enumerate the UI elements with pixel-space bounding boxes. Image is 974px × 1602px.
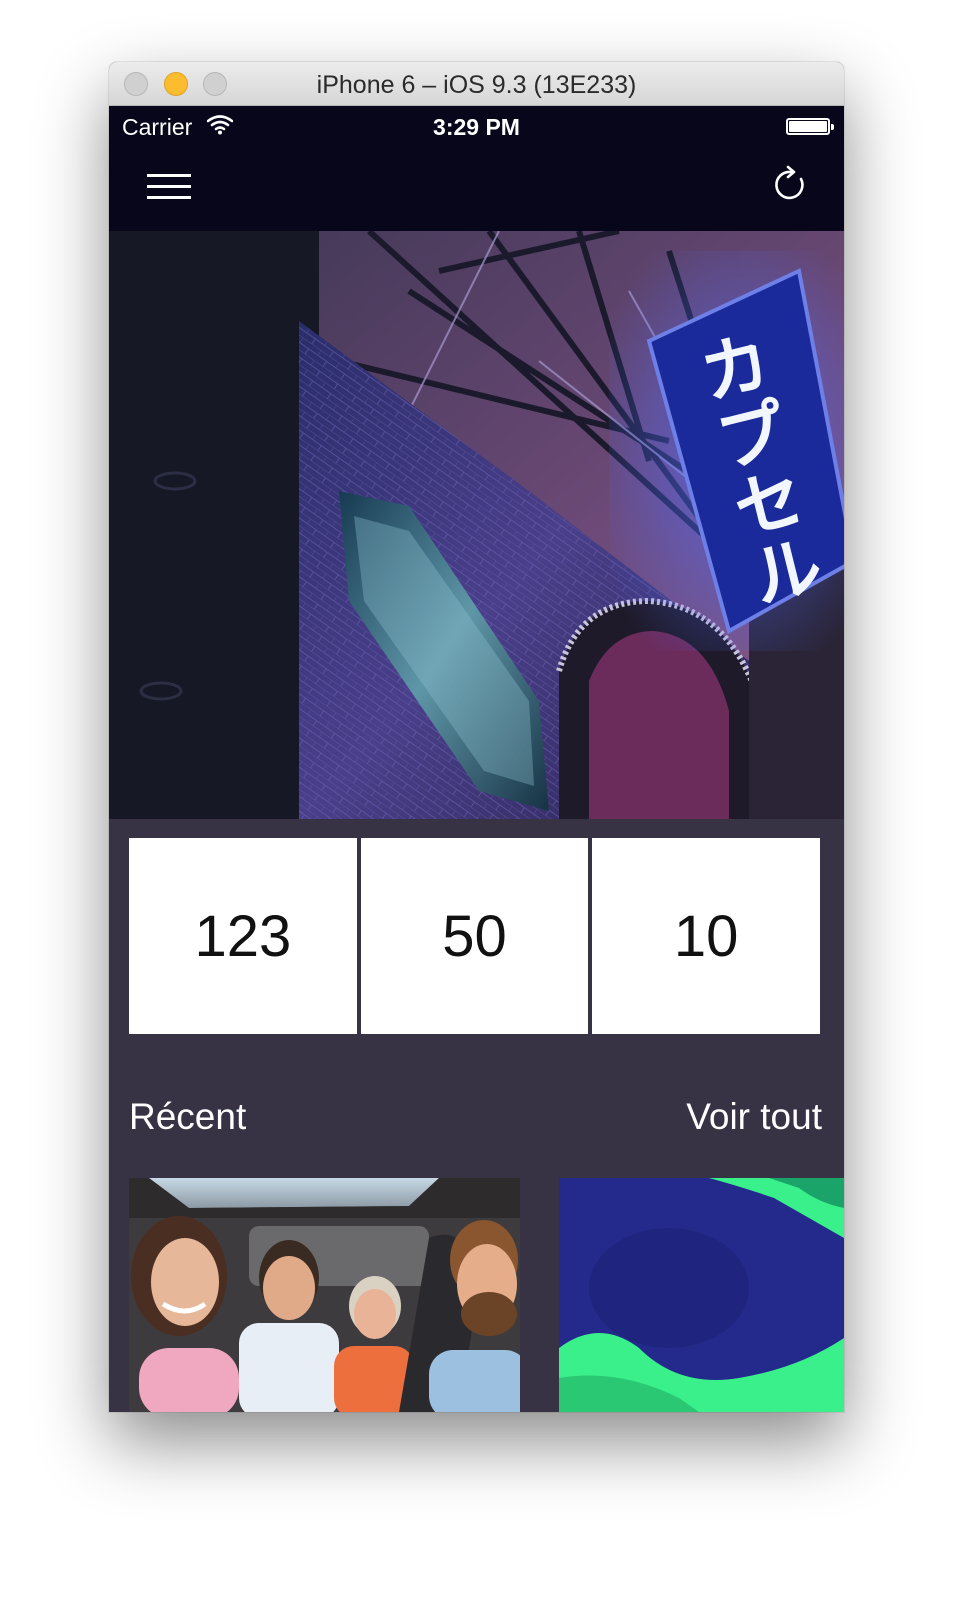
refresh-icon[interactable] <box>774 165 808 203</box>
window-titlebar: iPhone 6 – iOS 9.3 (13E233) <box>109 62 844 106</box>
recent-card-1-image <box>129 1178 520 1412</box>
window-title: iPhone 6 – iOS 9.3 (13E233) <box>316 71 637 99</box>
stat-card-3[interactable]: 10 <box>592 838 821 1034</box>
recent-title: Récent <box>129 1096 247 1137</box>
hero-illustration: カプセル <box>109 231 844 819</box>
navigation-bar: Carrier 3:29 PM <box>109 106 844 231</box>
stat-card-2[interactable]: 50 <box>360 838 589 1034</box>
see-all-link[interactable]: Voir tout <box>686 1096 822 1138</box>
hamburger-menu-icon[interactable] <box>147 172 193 202</box>
stat-card-1[interactable]: 123 <box>129 838 357 1034</box>
recent-card-2-image <box>559 1178 844 1412</box>
simulator-window: iPhone 6 – iOS 9.3 (13E233) Carrier 3:29… <box>109 62 844 1412</box>
recent-card-1[interactable] <box>129 1178 520 1412</box>
hero-image: カプセル <box>109 231 844 819</box>
battery-icon <box>786 118 834 135</box>
status-time: 3:29 PM <box>433 114 520 140</box>
stats-row: 123 50 10 <box>129 838 821 1034</box>
phone-screen: Carrier 3:29 PM カプセル 123 50 10 Récent Vo… <box>109 106 844 1412</box>
recent-card-2[interactable] <box>559 1178 844 1412</box>
